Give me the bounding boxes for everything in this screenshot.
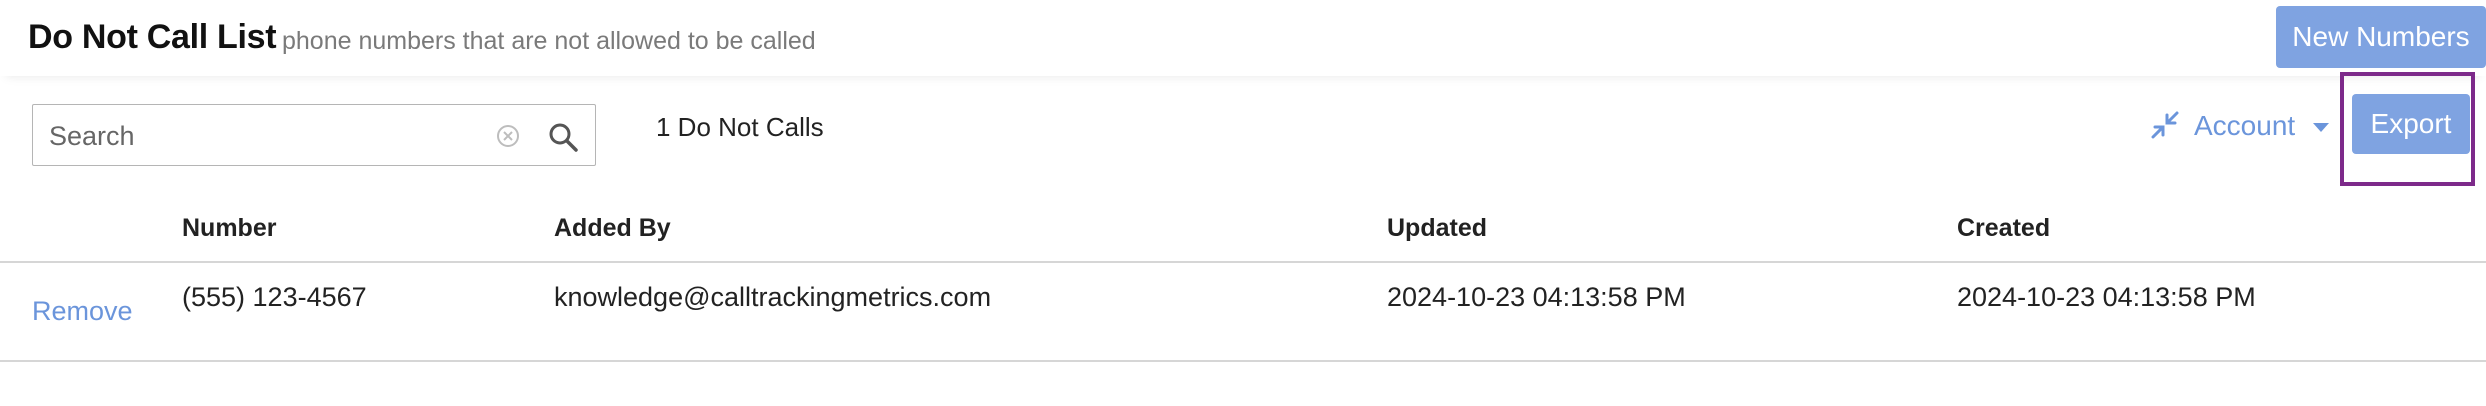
record-count: 1 Do Not Calls — [656, 112, 824, 142]
column-header-created[interactable]: Created — [1957, 214, 2050, 243]
clear-icon[interactable] — [495, 123, 521, 149]
caret-down-icon[interactable] — [2312, 120, 2330, 134]
cell-number: (555) 123-4567 — [182, 282, 367, 312]
search-box — [32, 104, 596, 166]
column-header-updated[interactable]: Updated — [1387, 214, 1487, 243]
page-header: Do Not Call List phone numbers that are … — [0, 0, 2486, 76]
page-title: Do Not Call List — [28, 18, 277, 56]
cell-added-by: knowledge@calltrackingmetrics.com — [554, 282, 992, 312]
header-divider — [0, 261, 2486, 263]
account-dropdown[interactable]: Account — [2194, 110, 2295, 142]
cell-updated: 2024-10-23 04:13:58 PM — [1387, 282, 1686, 312]
remove-link[interactable]: Remove — [32, 296, 133, 327]
cell-created: 2024-10-23 04:13:58 PM — [1957, 282, 2256, 312]
page-subtitle: phone numbers that are not allowed to be… — [282, 27, 816, 55]
collapse-icon[interactable] — [2148, 108, 2182, 142]
row-divider — [0, 360, 2486, 362]
new-numbers-button[interactable]: New Numbers — [2276, 6, 2486, 68]
column-header-added-by[interactable]: Added By — [554, 214, 671, 243]
search-icon[interactable] — [547, 121, 579, 153]
search-input[interactable] — [47, 115, 491, 157]
do-not-call-page: Do Not Call List phone numbers that are … — [0, 0, 2486, 406]
export-button[interactable]: Export — [2352, 94, 2470, 154]
column-header-number[interactable]: Number — [182, 214, 276, 243]
